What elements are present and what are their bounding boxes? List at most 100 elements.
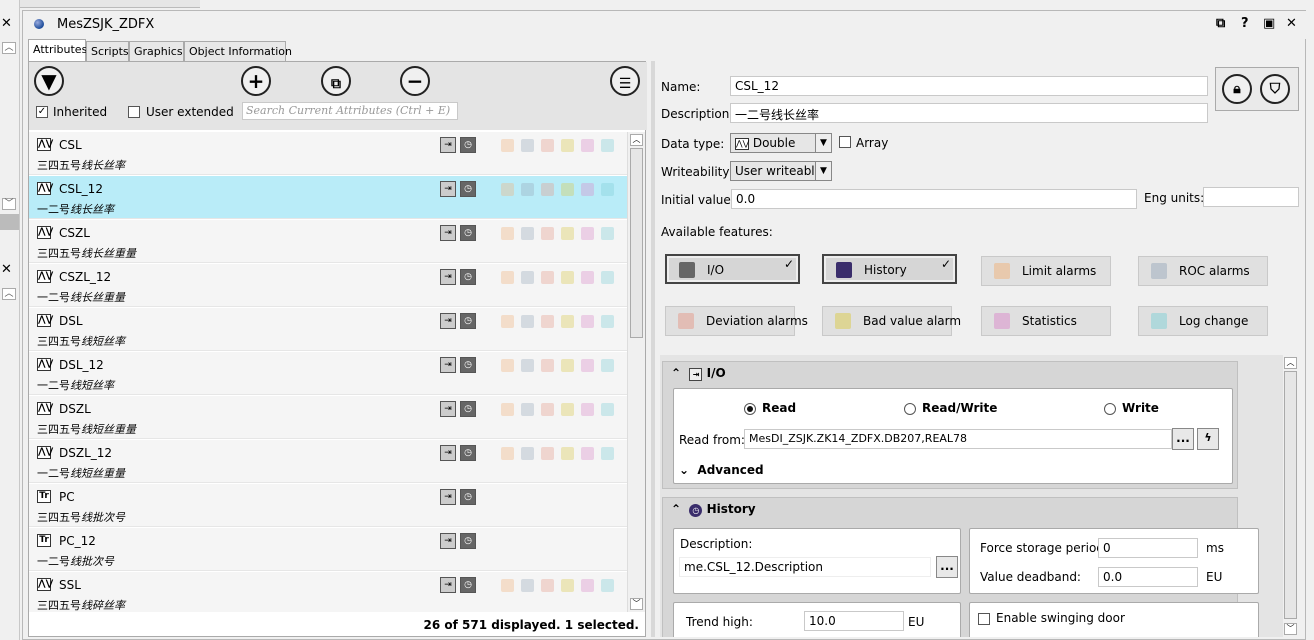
history-icon[interactable]: ◷	[460, 445, 476, 461]
feature-history-button[interactable]: History ✓	[822, 254, 957, 284]
delete-attribute-button[interactable]: −	[400, 66, 430, 96]
scroll-down-icon[interactable]: ﹀	[630, 598, 643, 610]
attribute-row[interactable]: ⋀⋁ CSZL_12 一二号线长丝重量 ⇥ ◷	[29, 264, 627, 307]
scroll-thumb[interactable]	[630, 148, 643, 338]
gutter-thumb[interactable]	[0, 214, 19, 230]
log-change-icon	[601, 227, 614, 240]
connect-icon[interactable]: ϟ	[1197, 428, 1219, 450]
browse-button[interactable]: ...	[936, 556, 958, 578]
close-icon[interactable]: ✕	[1, 262, 12, 277]
swinging-door-checkbox[interactable]	[978, 613, 990, 625]
tab-scripts[interactable]: Scripts	[86, 41, 129, 61]
attribute-row[interactable]: ⋀⋁ DSZL 三四五号线短丝重量 ⇥ ◷	[29, 396, 627, 439]
history-icon[interactable]: ◷	[460, 401, 476, 417]
feature-label: Limit alarms	[1022, 264, 1097, 278]
writeability-select[interactable]: User writeable ▼	[730, 161, 832, 181]
help-icon[interactable]: ?	[1241, 16, 1249, 31]
history-icon[interactable]: ◷	[460, 533, 476, 549]
security-button[interactable]: ⛉	[1260, 74, 1290, 104]
browse-button[interactable]: ...	[1172, 428, 1194, 450]
trend-high-field[interactable]: 10.0	[804, 611, 904, 631]
feature-limit-alarms-button[interactable]: Limit alarms	[981, 256, 1111, 286]
scroll-up-icon[interactable]: ︿	[1284, 357, 1297, 369]
history-icon[interactable]: ◷	[460, 577, 476, 593]
force-storage-field[interactable]: 0	[1098, 538, 1198, 558]
advanced-toggle[interactable]: ⌄ Advanced	[679, 463, 764, 477]
feature-roc-alarms-button[interactable]: ROC alarms	[1138, 256, 1268, 286]
deadband-field[interactable]: 0.0	[1098, 567, 1198, 587]
scroll-thumb[interactable]	[1284, 371, 1297, 619]
lock-button[interactable]: 🔒︎	[1222, 74, 1252, 104]
save-icon[interactable]: ▣	[1263, 16, 1275, 31]
scroll-up-icon[interactable]: ︿	[630, 134, 643, 146]
attribute-list-scrollbar[interactable]: ︿ ﹀	[627, 132, 645, 612]
feature-deviation-alarms-button[interactable]: Deviation alarms	[665, 306, 808, 336]
array-checkbox[interactable]	[839, 136, 851, 148]
history-icon[interactable]: ◷	[460, 269, 476, 285]
history-icon[interactable]: ◷	[460, 489, 476, 505]
write-radio[interactable]	[1104, 403, 1116, 415]
add-attribute-button[interactable]: +	[241, 66, 271, 96]
attribute-description-prefix: 一二号	[37, 203, 70, 216]
user-extended-checkbox[interactable]	[128, 106, 140, 118]
io-icon[interactable]: ⇥	[440, 489, 456, 505]
limit-alarm-icon	[501, 227, 514, 240]
inherited-checkbox[interactable]: ✓	[36, 106, 48, 118]
attribute-row[interactable]: Tr PC 三四五号线批次号 ⇥ ◷	[29, 484, 627, 527]
description-field[interactable]: 一二号线长丝率	[730, 103, 1208, 123]
attribute-row[interactable]: ⋀⋁ DSZL_12 一二号线短丝重量 ⇥ ◷	[29, 440, 627, 483]
io-header[interactable]: ⌃ ⇥ I/O	[671, 366, 726, 381]
dock-icon[interactable]: ⧉	[1216, 16, 1225, 31]
history-header[interactable]: ⌃ ◷ History	[671, 502, 756, 517]
name-field[interactable]: CSL_12	[730, 76, 1208, 96]
close-icon[interactable]: ✕	[1286, 16, 1297, 31]
initial-value-field[interactable]: 0.0	[731, 189, 1137, 209]
attribute-row[interactable]: ⋀⋁ DSL 三四五号线短丝率 ⇥ ◷	[29, 308, 627, 351]
attribute-row[interactable]: ⋀⋁ DSL_12 一二号线短丝率 ⇥ ◷	[29, 352, 627, 395]
feature-bad-value-alarm-button[interactable]: Bad value alarm	[822, 306, 961, 336]
feature-io-button[interactable]: I/O ✓	[665, 254, 800, 284]
io-icon[interactable]: ⇥	[440, 137, 456, 153]
io-icon[interactable]: ⇥	[440, 357, 456, 373]
history-icon[interactable]: ◷	[460, 137, 476, 153]
read-from-field[interactable]: MesDI_ZSJK.ZK14_ZDFX.DB207,REAL78	[744, 429, 1172, 449]
menu-button[interactable]: ☰	[610, 66, 640, 96]
io-icon[interactable]: ⇥	[440, 577, 456, 593]
scroll-down-icon[interactable]: ﹀	[1284, 623, 1297, 635]
readwrite-radio[interactable]	[904, 403, 916, 415]
tab-attributes[interactable]: Attributes	[28, 39, 87, 61]
history-icon[interactable]: ◷	[460, 313, 476, 329]
duplicate-attribute-button[interactable]: ⧉	[321, 66, 351, 96]
feature-log-change-button[interactable]: Log change	[1138, 306, 1268, 336]
read-radio[interactable]	[744, 403, 756, 415]
attribute-row[interactable]: ⋀⋁ CSL 三四五号线长丝率 ⇥ ◷	[29, 132, 627, 175]
log-change-icon	[601, 271, 614, 284]
attribute-row[interactable]: Tr PC_12 一二号线批次号 ⇥ ◷	[29, 528, 627, 571]
io-icon[interactable]: ⇥	[440, 533, 456, 549]
feature-statistics-button[interactable]: Statistics	[981, 306, 1111, 336]
io-icon[interactable]: ⇥	[440, 225, 456, 241]
eng-units-field[interactable]	[1203, 187, 1299, 207]
tab-graphics[interactable]: Graphics	[129, 41, 184, 61]
scroll-down-icon[interactable]: ﹀	[2, 198, 16, 210]
attribute-row[interactable]: ⋀⋁ SSL 三四五号线碎丝率 ⇥ ◷	[29, 572, 627, 612]
attribute-row[interactable]: ⋀⋁ CSZL 三四五号线长丝重量 ⇥ ◷	[29, 220, 627, 263]
io-icon[interactable]: ⇥	[440, 313, 456, 329]
history-icon[interactable]: ◷	[460, 181, 476, 197]
history-description-field[interactable]: me.CSL_12.Description	[679, 557, 931, 577]
io-icon[interactable]: ⇥	[440, 181, 456, 197]
history-icon[interactable]: ◷	[460, 357, 476, 373]
attribute-row[interactable]: ⋀⋁ CSL_12 一二号线长丝率 ⇥ ◷	[29, 176, 627, 219]
scroll-up-icon[interactable]: ︿	[2, 288, 16, 300]
tab-object-information[interactable]: Object Information	[184, 41, 292, 61]
details-scrollbar[interactable]: ︿ ﹀	[1283, 355, 1299, 637]
datatype-select[interactable]: ⋀⋁ Double ▼	[730, 133, 832, 153]
close-icon[interactable]: ✕	[1, 16, 12, 31]
filter-button[interactable]: ▼	[34, 66, 64, 96]
io-icon[interactable]: ⇥	[440, 445, 456, 461]
scroll-up-icon[interactable]: ︿	[2, 42, 16, 54]
search-attributes-input[interactable]: Search Current Attributes (Ctrl + E)	[242, 102, 458, 120]
io-icon[interactable]: ⇥	[440, 269, 456, 285]
io-icon[interactable]: ⇥	[440, 401, 456, 417]
history-icon[interactable]: ◷	[460, 225, 476, 241]
